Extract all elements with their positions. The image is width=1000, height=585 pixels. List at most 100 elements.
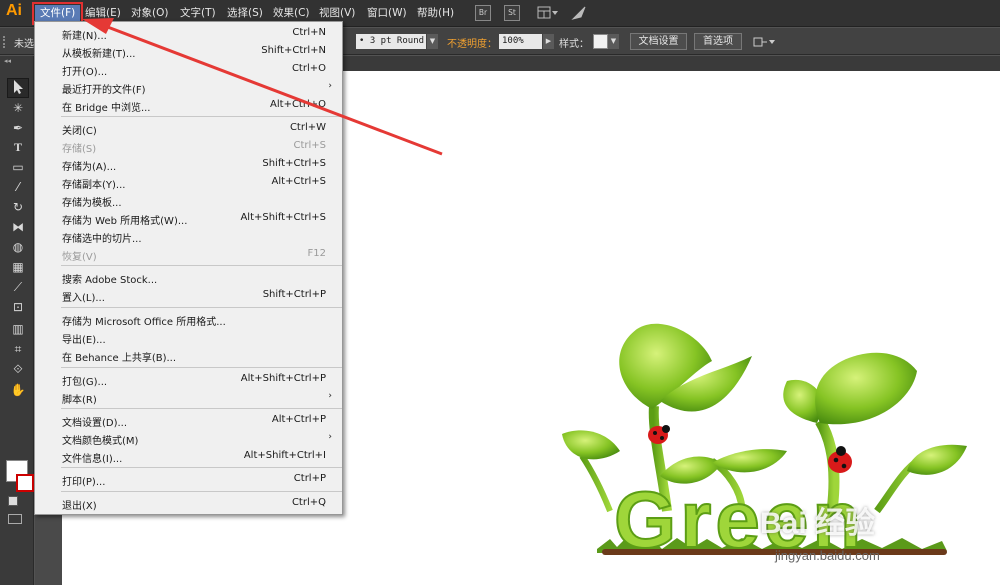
file-menu-item-label: 关闭(C) <box>62 126 97 137</box>
file-menu-item[interactable]: 打印(P)... Ctrl+P <box>35 471 342 489</box>
file-menu-dropdown: 新建(N)... Ctrl+N 从模板新建(T)... Shift+Ctrl+N 打开(… <box>34 21 343 515</box>
file-menu-item-label: 搜索 Adobe Stock... <box>62 275 158 286</box>
menu-view[interactable]: 视图(V) <box>314 5 360 22</box>
file-menu-item: 存储(S) Ctrl+S <box>35 138 342 156</box>
gpu-performance-icon[interactable] <box>571 5 587 21</box>
file-menu-item-label: 从模板新建(T)... <box>62 49 136 60</box>
file-menu-item-label: 存储为(A)... <box>62 162 117 173</box>
menu-object[interactable]: 对象(O) <box>126 5 173 22</box>
file-menu-item[interactable]: 存储副本(Y)... Alt+Ctrl+S <box>35 174 342 192</box>
file-menu-item[interactable]: 文档设置(D)... Alt+Ctrl+P <box>35 412 342 430</box>
menu-select[interactable]: 选择(S) <box>222 5 268 22</box>
opacity-input[interactable]: 100% <box>499 34 542 49</box>
file-menu-item-shortcut: Ctrl+Q <box>291 497 326 508</box>
file-menu-item[interactable]: 存储为 Web 所用格式(W)... Alt+Shift+Ctrl+S <box>35 210 342 228</box>
document-setup-button[interactable]: 文档设置 <box>630 33 687 50</box>
rectangle-tool-icon[interactable]: ▭ <box>7 157 29 177</box>
file-menu-item-label: 存储为 Web 所用格式(W)... <box>62 216 188 227</box>
rotate-tool-icon[interactable]: ↻ <box>7 197 29 217</box>
pen-tool-icon[interactable]: ✒ <box>7 118 29 138</box>
file-menu-item-shortcut: Shift+Ctrl+S <box>262 158 326 169</box>
file-menu-item[interactable]: 存储选中的切片... <box>35 228 342 246</box>
graphic-style-swatch[interactable] <box>593 34 608 49</box>
menu-effect[interactable]: 效果(C) <box>268 5 315 22</box>
slice-tool-icon[interactable]: ⟐ <box>7 359 29 379</box>
menu-separator <box>61 367 342 368</box>
file-menu-item-shortcut: Shift+Ctrl+P <box>262 289 326 300</box>
opacity-slider-icon[interactable]: ▶ <box>543 34 554 49</box>
file-menu-item[interactable]: 从模板新建(T)... Shift+Ctrl+N <box>35 43 342 61</box>
align-options-icon[interactable] <box>753 35 777 49</box>
selection-tool-icon[interactable] <box>7 78 29 98</box>
file-menu-item[interactable]: 打包(G)... Alt+Shift+Ctrl+P <box>35 371 342 389</box>
file-menu-item-label: 脚本(R) <box>62 395 97 406</box>
stock-button[interactable]: St <box>504 5 520 21</box>
type-tool-icon[interactable]: T <box>7 137 29 157</box>
file-menu-item-label: 置入(L)... <box>62 293 105 304</box>
menu-help[interactable]: 帮助(H) <box>412 5 459 22</box>
menu-file[interactable]: 文件(F) <box>31 2 84 25</box>
file-menu-item[interactable]: 退出(X) Ctrl+Q <box>35 495 342 513</box>
file-menu-item-label: 在 Bridge 中浏览... <box>62 103 151 114</box>
file-menu-item-label: 恢复(V) <box>62 252 97 263</box>
file-menu-item-label: 存储选中的切片... <box>62 234 142 245</box>
file-menu-item[interactable]: 存储为(A)... Shift+Ctrl+S <box>35 156 342 174</box>
selection-status: 未选 <box>14 39 34 50</box>
menu-type[interactable]: 文字(T) <box>175 5 221 22</box>
file-menu-item-shortcut: Ctrl+N <box>292 27 326 38</box>
stroke-profile-select[interactable]: • 3 pt Round <box>356 34 426 49</box>
leaf <box>907 444 967 475</box>
column-graph-tool-icon[interactable]: ▥ <box>7 319 29 339</box>
file-menu-item[interactable]: 打开(O)... Ctrl+O <box>35 61 342 79</box>
file-menu-item[interactable]: 置入(L)... Shift+Ctrl+P <box>35 287 342 305</box>
file-menu-item[interactable]: 脚本(R) › <box>35 389 342 407</box>
perspective-grid-tool-icon[interactable]: ▦ <box>7 257 29 277</box>
bridge-button[interactable]: Br <box>475 5 491 21</box>
file-menu-item[interactable]: 搜索 Adobe Stock... <box>35 269 342 287</box>
file-menu-item-label: 最近打开的文件(F) <box>62 85 146 96</box>
submenu-arrow-icon: › <box>328 391 332 401</box>
file-menu-item[interactable]: 文件信息(I)... Alt+Shift+Ctrl+I <box>35 448 342 466</box>
file-menu-item[interactable]: 新建(N)... Ctrl+N <box>35 25 342 43</box>
file-menu-item-label: 存储(S) <box>62 144 97 155</box>
chevron-down-icon[interactable]: ▼ <box>608 34 619 49</box>
artboard-tool-icon[interactable]: ⌗ <box>7 339 29 359</box>
shape-builder-tool-icon[interactable]: ◍ <box>7 237 29 257</box>
file-menu-item[interactable]: 在 Bridge 中浏览... Alt+Ctrl+O <box>35 97 342 115</box>
hand-tool-icon[interactable]: ✋ <box>7 380 29 400</box>
submenu-arrow-icon: › <box>328 81 332 91</box>
paintbrush-tool-icon[interactable]: ⁄ <box>7 177 29 197</box>
chevron-down-icon[interactable]: ▼ <box>427 34 438 49</box>
file-menu-item-shortcut: Alt+Shift+Ctrl+I <box>243 450 326 461</box>
stroke-color-swatch[interactable] <box>16 474 34 492</box>
file-menu-item-label: 存储为 Microsoft Office 所用格式... <box>62 317 226 328</box>
menu-window[interactable]: 窗口(W) <box>362 5 412 22</box>
file-menu-item[interactable]: 存储为 Microsoft Office 所用格式... <box>35 311 342 329</box>
menu-edit[interactable]: 编辑(E) <box>80 5 126 22</box>
file-menu-item[interactable]: 文档颜色模式(M) › <box>35 430 342 448</box>
color-mode-icon[interactable] <box>8 496 18 506</box>
grip-handle-icon <box>3 36 7 48</box>
symbol-sprayer-tool-icon[interactable]: ⊡ <box>7 297 29 317</box>
file-menu-item-shortcut: Alt+Ctrl+O <box>270 99 326 110</box>
file-menu-item-shortcut: Ctrl+O <box>291 63 326 74</box>
arrange-documents-icon[interactable] <box>537 6 559 20</box>
menu-separator <box>61 307 342 308</box>
file-menu-item[interactable]: 关闭(C) Ctrl+W <box>35 120 342 138</box>
eyedropper-tool-icon[interactable]: ⟋ <box>7 277 29 297</box>
file-menu-item-label: 文件信息(I)... <box>62 454 123 465</box>
preferences-button[interactable]: 首选项 <box>694 33 742 50</box>
file-menu-item-label: 导出(E)... <box>62 335 106 346</box>
file-menu-item-label: 存储副本(Y)... <box>62 180 126 191</box>
magic-wand-tool-icon[interactable]: ✳ <box>7 98 29 118</box>
submenu-arrow-icon: › <box>328 432 332 442</box>
file-menu-item[interactable]: 导出(E)... <box>35 329 342 347</box>
file-menu-item[interactable]: 在 Behance 上共享(B)... <box>35 347 342 365</box>
screen-mode-icon[interactable] <box>8 514 22 524</box>
width-tool-icon[interactable]: ⧓ <box>7 217 29 237</box>
file-menu-item-shortcut: Ctrl+S <box>293 140 326 151</box>
file-menu-item[interactable]: 最近打开的文件(F) › <box>35 79 342 97</box>
file-menu-item-label: 存储为模板... <box>62 198 122 209</box>
panel-collapse-icon[interactable]: ◂◂ <box>4 57 11 65</box>
file-menu-item[interactable]: 存储为模板... <box>35 192 342 210</box>
